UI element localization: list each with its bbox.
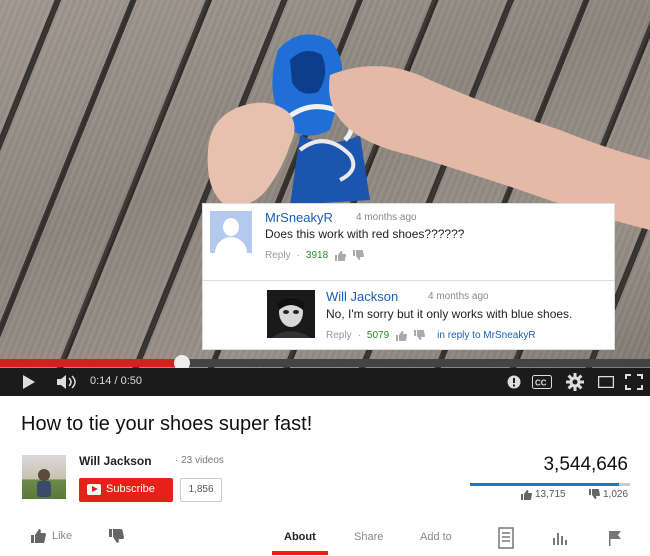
subscribe-button[interactable]: Subscribe: [79, 478, 173, 502]
comment-time[interactable]: 4 months ago: [428, 291, 489, 302]
tab-share[interactable]: Share: [354, 531, 383, 543]
channel-name[interactable]: Will Jackson: [79, 454, 152, 468]
duration: 0:50: [120, 375, 143, 387]
thumbs-up-icon[interactable]: [395, 330, 408, 341]
subscriber-count: 1,856: [180, 478, 222, 502]
like-label: Like: [52, 529, 73, 542]
comment-card: MrSneakyR 4 months ago Does this work wi…: [202, 203, 615, 282]
time-display: 0:14 / 0:50: [90, 375, 142, 387]
transcript-icon[interactable]: [498, 527, 514, 549]
current-time: 0:14: [90, 375, 112, 387]
play-icon[interactable]: [22, 375, 36, 389]
comment-like-count: 5079: [366, 330, 390, 341]
channel-avatar[interactable]: [22, 455, 66, 499]
left-hand: [207, 102, 295, 207]
comment-text: Does this work with red shoes??????: [265, 227, 465, 241]
default-avatar-icon: [210, 211, 252, 253]
dislike-count: 1,026: [603, 489, 629, 500]
tab-add-to[interactable]: Add to: [420, 531, 452, 543]
view-count: 3,544,646: [543, 454, 628, 475]
thumbs-down-icon: [589, 489, 600, 499]
subscribe-label: Subscribe: [106, 483, 155, 495]
gear-icon[interactable]: [566, 373, 584, 391]
progress-played: [0, 359, 182, 367]
sentiment-bar-likes: [470, 483, 619, 486]
video-title: How to tie your shoes super fast!: [21, 413, 313, 435]
comment-actions: Reply · 5079 in reply to MrSneakyR: [326, 330, 536, 341]
in-reply-to-link[interactable]: in reply to MrSneakyR: [437, 330, 535, 341]
thumbs-up-icon[interactable]: [334, 250, 347, 261]
like-count: 13,715: [535, 489, 566, 500]
annotations-icon[interactable]: [507, 375, 521, 389]
channel-video-count[interactable]: · 23 videos: [175, 455, 224, 466]
svg-text:CC: CC: [535, 379, 547, 388]
shoe-body: [290, 135, 370, 205]
volume-icon[interactable]: [57, 375, 79, 389]
reply-card: Will Jackson 4 months ago No, I'm sorry …: [202, 280, 615, 350]
stats-icon[interactable]: [552, 530, 568, 546]
tab-about[interactable]: About: [284, 531, 316, 543]
thumbs-up-icon: [31, 529, 46, 543]
comment-actions: Reply · 3918: [265, 250, 365, 261]
separator-dot: ·: [296, 250, 300, 261]
tab-about-indicator: [272, 551, 328, 555]
cc-icon[interactable]: CC: [532, 375, 552, 389]
thumbs-down-icon[interactable]: [413, 330, 426, 341]
thumbs-up-icon: [521, 490, 532, 500]
reply-link[interactable]: Reply: [326, 330, 352, 341]
flag-icon[interactable]: [608, 530, 622, 546]
comment-author[interactable]: MrSneakyR: [265, 210, 333, 225]
like-count-group[interactable]: 13,715: [520, 489, 566, 500]
comment-like-count: 3918: [305, 250, 329, 261]
thumbs-down-icon[interactable]: [108, 529, 124, 544]
player-controls: 0:14 / 0:50 CC: [0, 368, 650, 396]
youtube-logo-icon: [87, 484, 101, 495]
fullscreen-icon[interactable]: [625, 374, 643, 390]
video-player[interactable]: MrSneakyR 4 months ago Does this work wi…: [0, 0, 650, 395]
comment-author[interactable]: Will Jackson: [326, 289, 398, 304]
comment-time[interactable]: 4 months ago: [356, 212, 417, 223]
avatar[interactable]: [267, 290, 315, 338]
like-button[interactable]: Like: [30, 528, 72, 543]
time-separator: /: [111, 375, 121, 387]
comment-text: No, I'm sorry but it only works with blu…: [326, 307, 573, 321]
thumbs-down-icon[interactable]: [352, 250, 365, 261]
reply-link[interactable]: Reply: [265, 250, 291, 261]
dislike-count-group[interactable]: 1,026: [588, 489, 628, 500]
theater-mode-icon[interactable]: [598, 376, 614, 388]
separator-dot: ·: [357, 330, 361, 341]
